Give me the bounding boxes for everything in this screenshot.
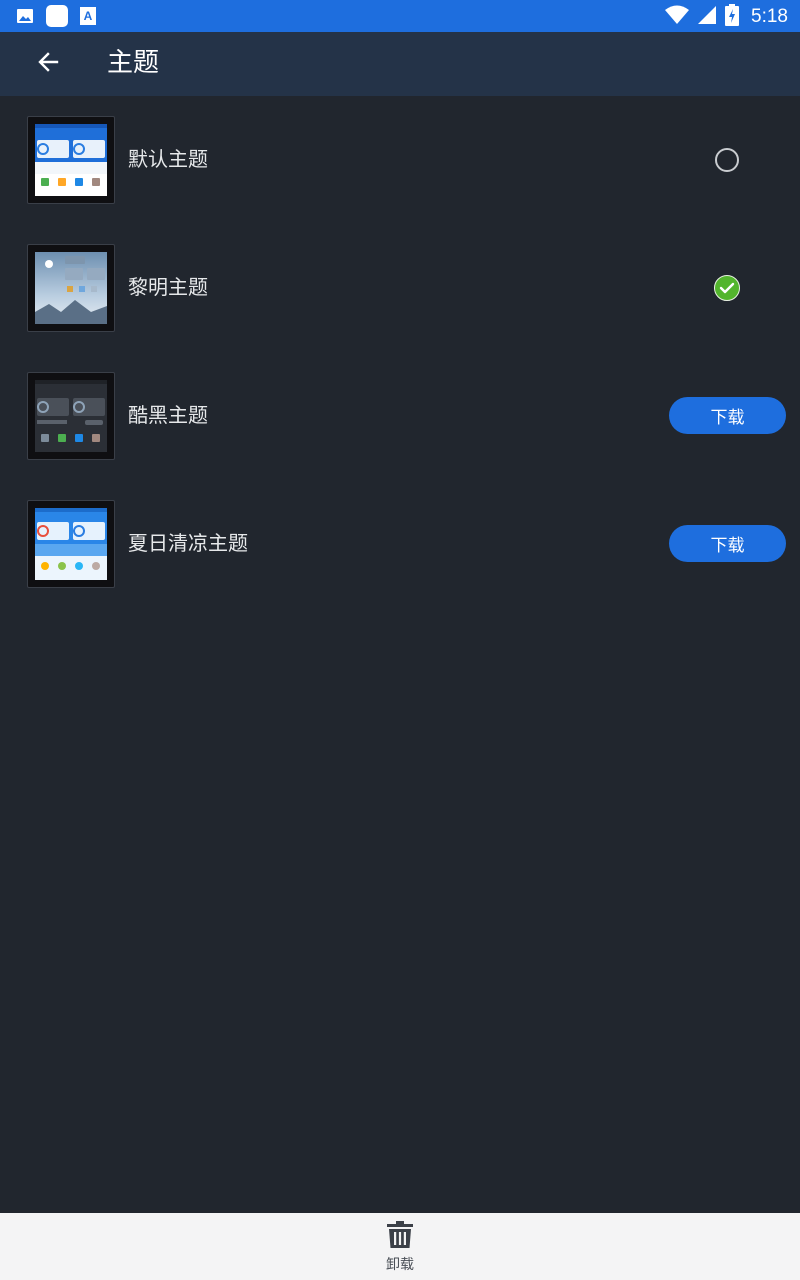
status-time: 5:18	[751, 6, 788, 27]
theme-row-dark[interactable]: 酷黑主题 下载	[0, 352, 800, 480]
theme-radio[interactable]	[715, 148, 739, 172]
bottom-bar: 卸载	[0, 1213, 800, 1280]
back-button[interactable]	[28, 44, 68, 84]
wifi-icon	[665, 5, 690, 29]
svg-text:A: A	[84, 9, 93, 23]
theme-thumbnail	[27, 500, 115, 588]
theme-row-default[interactable]: 默认主题	[0, 96, 800, 224]
status-bar: A 5:18	[0, 0, 800, 32]
theme-name: 夏日清凉主题	[128, 531, 248, 555]
download-button[interactable]: 下载	[669, 525, 786, 562]
signal-icon	[697, 5, 717, 29]
image-icon	[16, 7, 34, 29]
text-a-icon: A	[80, 7, 96, 29]
theme-row-summer[interactable]: 夏日清凉主题 下载	[0, 480, 800, 608]
uninstall-button[interactable]: 卸载	[370, 1221, 430, 1275]
trash-icon	[386, 1221, 414, 1253]
selected-check-icon[interactable]	[714, 275, 740, 301]
battery-charging-icon	[725, 4, 740, 30]
uninstall-label: 卸载	[386, 1257, 414, 1273]
theme-name: 酷黑主题	[128, 403, 208, 427]
theme-name: 默认主题	[128, 147, 208, 171]
theme-name: 黎明主题	[128, 275, 208, 299]
download-button[interactable]: 下载	[669, 397, 786, 434]
theme-thumbnail	[27, 244, 115, 332]
app-icon	[46, 5, 68, 31]
theme-thumbnail	[27, 116, 115, 204]
app-bar: 主题	[0, 32, 800, 96]
arrow-left-icon	[37, 51, 59, 77]
theme-thumbnail	[27, 372, 115, 460]
page-title: 主题	[107, 48, 160, 78]
theme-row-dawn[interactable]: 黎明主题	[0, 224, 800, 352]
